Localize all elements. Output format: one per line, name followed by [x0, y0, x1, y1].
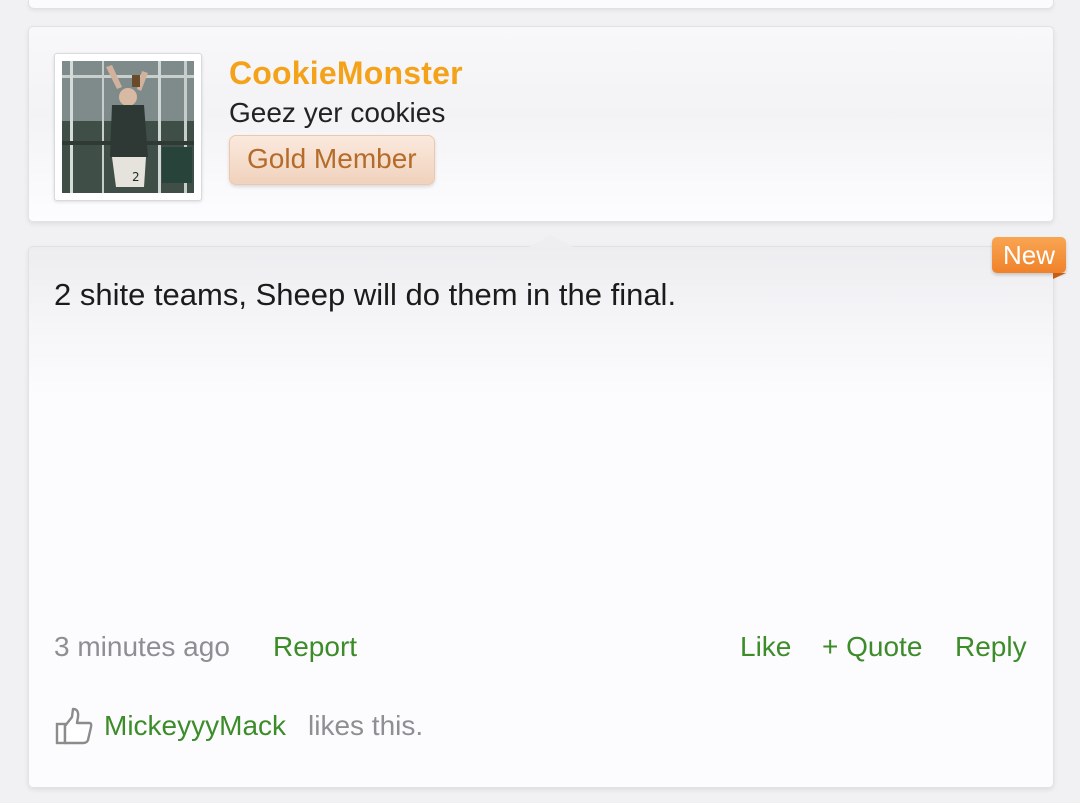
- likes-suffix-text: likes this.: [308, 710, 424, 741]
- member-badge: Gold Member: [229, 135, 435, 185]
- report-link[interactable]: Report: [273, 631, 357, 663]
- quote-link[interactable]: + Quote: [822, 631, 922, 663]
- new-post-badge: New: [991, 237, 1067, 279]
- username-link[interactable]: CookieMonster: [229, 55, 463, 92]
- reply-link[interactable]: Reply: [955, 631, 1027, 663]
- avatar-photo: 2: [62, 61, 194, 193]
- post-timestamp: 3 minutes ago: [54, 631, 230, 662]
- card-pointer: [529, 235, 573, 247]
- like-link[interactable]: Like: [740, 631, 791, 663]
- thumbs-up-icon: [54, 707, 94, 747]
- post-content-card: New 2 shite teams, Sheep will do them in…: [28, 235, 1067, 788]
- post-message: 2 shite teams, Sheep will do them in the…: [54, 277, 677, 312]
- post-author-card: 2 CookieMonster Geez yer cookies Gold Me…: [28, 26, 1054, 222]
- previous-post-bottom-edge: [28, 0, 1054, 9]
- liker-username-link[interactable]: MickeyyyMack: [104, 710, 286, 742]
- user-title: Geez yer cookies: [229, 97, 446, 128]
- avatar[interactable]: 2: [54, 53, 202, 201]
- svg-text:2: 2: [132, 170, 140, 184]
